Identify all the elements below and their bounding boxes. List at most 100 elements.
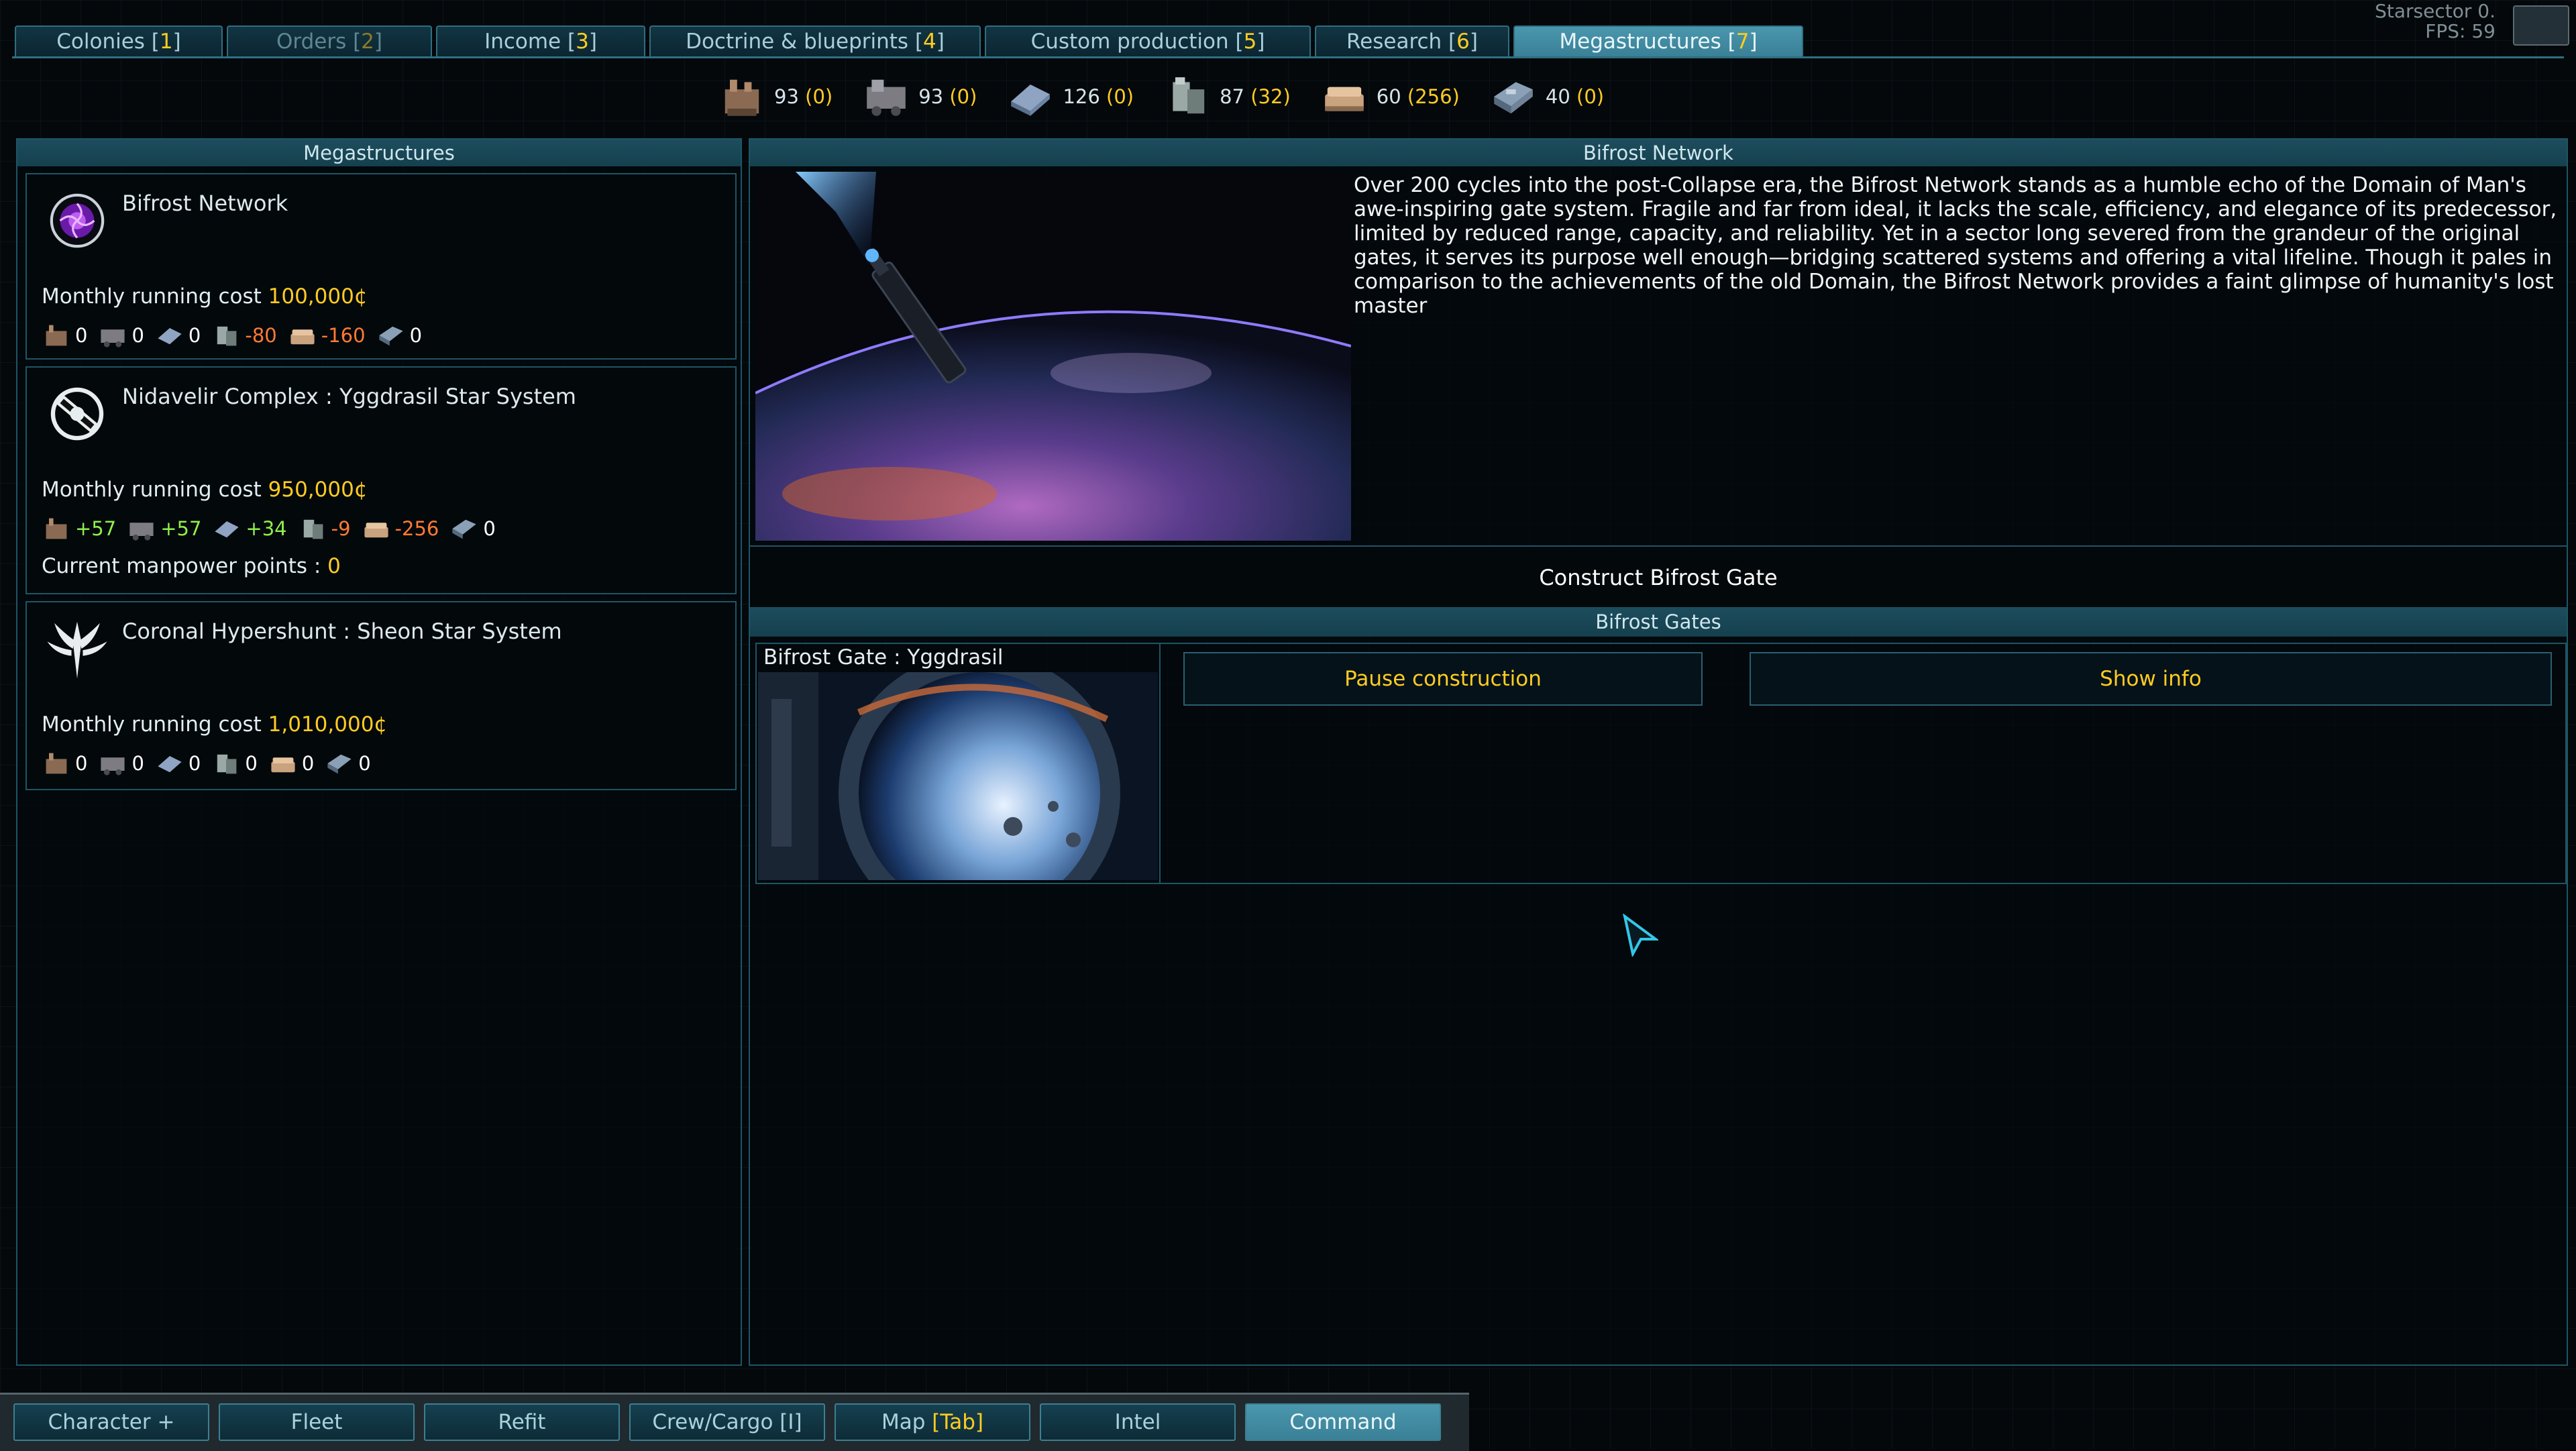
resource-supplies: 93 (0) bbox=[862, 64, 977, 129]
bifrost-gates-header: Bifrost Gates bbox=[750, 607, 2567, 637]
fuel-icon bbox=[452, 519, 476, 539]
nav-intel[interactable]: Intel bbox=[1040, 1403, 1236, 1441]
gate-row: Bifrost Gate : Yggdrasil Pause construct… bbox=[755, 643, 2567, 884]
megastructure-detail-panel: Bifrost Network Over 200 cycles into the… bbox=[749, 138, 2568, 1366]
metals-icon bbox=[1173, 77, 1205, 114]
tab-research[interactable]: Research [6] bbox=[1315, 25, 1509, 56]
delta-value: -9 bbox=[331, 517, 351, 540]
fuel-icon bbox=[1494, 82, 1533, 114]
delta-fuel: 0 bbox=[449, 514, 496, 543]
delta-value: -256 bbox=[394, 517, 439, 540]
resource-extra: (256) bbox=[1407, 85, 1460, 108]
resource-value: 87 bbox=[1220, 85, 1245, 108]
heavy-machinery-icon bbox=[158, 328, 182, 345]
tab-label: Orders bbox=[276, 30, 347, 54]
bifrost-network-icon bbox=[50, 193, 105, 248]
resource-bar: 93 (0) 93 (0) 126 (0) 87 (32) 60 (256) 4… bbox=[718, 64, 1633, 129]
resource-value: 60 bbox=[1376, 85, 1401, 108]
resource-value: 40 bbox=[1545, 85, 1570, 108]
nav-label: Crew/Cargo bbox=[652, 1410, 773, 1434]
tab-hotkey: 1 bbox=[159, 30, 173, 54]
resource-value: 126 bbox=[1063, 85, 1100, 108]
metals-icon bbox=[303, 519, 323, 539]
nav-crew-cargo[interactable]: Crew/Cargo [I] bbox=[629, 1403, 825, 1441]
megastructure-description: Over 200 cycles into the post-Collapse e… bbox=[1354, 173, 2557, 318]
delta-value: 0 bbox=[301, 752, 315, 775]
nav-refit[interactable]: Refit bbox=[424, 1403, 620, 1441]
delta-value: 0 bbox=[75, 324, 88, 347]
tab-label: Income bbox=[484, 30, 561, 54]
resource-extra: (0) bbox=[805, 85, 833, 108]
construct-bifrost-gate-button[interactable]: Construct Bifrost Gate bbox=[750, 545, 2567, 610]
crew-icon bbox=[724, 79, 759, 116]
cost-value: 950,000¢ bbox=[268, 478, 368, 502]
resource-extra: (0) bbox=[949, 85, 977, 108]
resource-extra: (0) bbox=[1106, 85, 1134, 108]
tab-megastructures[interactable]: Megastructures [7] bbox=[1513, 25, 1803, 56]
delta-value: 0 bbox=[358, 752, 371, 775]
resource-heavy-machinery: 126 (0) bbox=[1006, 64, 1134, 129]
cost-value: 100,000¢ bbox=[268, 284, 368, 309]
resource-value: 93 bbox=[774, 85, 799, 108]
tab-divider bbox=[12, 56, 2564, 58]
delta-value: 0 bbox=[188, 752, 201, 775]
nav-character[interactable]: Character + bbox=[13, 1403, 209, 1441]
fps-counter: Starsector 0. FPS: 59 bbox=[2375, 1, 2496, 42]
megastructure-card-coronal[interactable]: Coronal Hypershunt : Sheon Star System M… bbox=[25, 601, 737, 790]
delta-value: 0 bbox=[245, 752, 258, 775]
delta-supplies: 0 bbox=[98, 749, 144, 778]
supplies-icon bbox=[101, 329, 125, 347]
nav-hotkey: [I] bbox=[780, 1410, 802, 1434]
nav-fleet[interactable]: Fleet bbox=[219, 1403, 415, 1441]
delta-supplies: +57 bbox=[127, 514, 201, 543]
corner-menu-button[interactable] bbox=[2513, 5, 2569, 46]
tab-colonies[interactable]: Colonies [1] bbox=[15, 25, 223, 56]
tab-hotkey: 5 bbox=[1243, 30, 1257, 54]
metals-icon bbox=[217, 326, 237, 346]
resource-value: 93 bbox=[918, 85, 944, 108]
ore-icon bbox=[271, 757, 295, 773]
megastructure-title: Bifrost Network bbox=[122, 191, 288, 216]
delta-ore: -256 bbox=[362, 514, 439, 543]
tab-doctrine[interactable]: Doctrine & blueprints [4] bbox=[649, 25, 981, 56]
nav-label: Map bbox=[881, 1410, 926, 1434]
megastructures-list-panel: Megastructures Bifrost Network Monthly r… bbox=[16, 138, 742, 1366]
delta-value: 0 bbox=[409, 324, 423, 347]
delta-value: 0 bbox=[75, 752, 88, 775]
crew-icon bbox=[46, 325, 67, 346]
running-cost: Monthly running cost 950,000¢ bbox=[42, 478, 368, 502]
fps-label: FPS: 59 bbox=[2425, 20, 2496, 42]
delta-heavy-machinery: +34 bbox=[212, 514, 287, 543]
gate-separator bbox=[1159, 644, 1161, 883]
nav-map[interactable]: Map [Tab] bbox=[835, 1403, 1030, 1441]
manpower-points: Current manpower points : 0 bbox=[42, 554, 341, 578]
delta-value: -80 bbox=[245, 324, 277, 347]
delta-value: +57 bbox=[160, 517, 202, 540]
panel-header: Bifrost Network bbox=[750, 140, 2567, 166]
top-tabs: Colonies [1] Orders [2] Income [3] Doctr… bbox=[15, 25, 1807, 56]
tab-orders[interactable]: Orders [2] bbox=[227, 25, 432, 56]
delta-crew: 0 bbox=[42, 749, 87, 778]
pause-construction-button[interactable]: Pause construction bbox=[1183, 652, 1703, 706]
show-info-button[interactable]: Show info bbox=[1750, 652, 2552, 706]
nav-command[interactable]: Command bbox=[1245, 1403, 1441, 1441]
heavy-machinery-icon bbox=[158, 756, 182, 773]
delta-value: 0 bbox=[131, 752, 144, 775]
panel-header: Megastructures bbox=[17, 140, 741, 166]
cost-value: 1,010,000¢ bbox=[268, 712, 388, 737]
bifrost-gate-thumbnail bbox=[758, 672, 1158, 880]
resource-crew: 93 (0) bbox=[718, 64, 833, 129]
tab-hotkey: 7 bbox=[1735, 30, 1750, 54]
tab-custom-production[interactable]: Custom production [5] bbox=[985, 25, 1311, 56]
tab-label: Doctrine & blueprints bbox=[686, 30, 909, 54]
tab-label: Megastructures bbox=[1559, 30, 1721, 54]
megastructure-card-bifrost[interactable]: Bifrost Network Monthly running cost 100… bbox=[25, 173, 737, 360]
delta-crew: 0 bbox=[42, 321, 87, 350]
tab-income[interactable]: Income [3] bbox=[436, 25, 645, 56]
nav-label: Refit bbox=[498, 1410, 546, 1434]
running-cost: Monthly running cost 1,010,000¢ bbox=[42, 712, 387, 737]
version-label: Starsector 0. bbox=[2375, 0, 2496, 22]
bifrost-network-artwork bbox=[755, 172, 1351, 541]
cost-label: Monthly running cost bbox=[42, 712, 262, 737]
megastructure-card-nidavelir[interactable]: Nidavelir Complex : Yggdrasil Star Syste… bbox=[25, 366, 737, 594]
